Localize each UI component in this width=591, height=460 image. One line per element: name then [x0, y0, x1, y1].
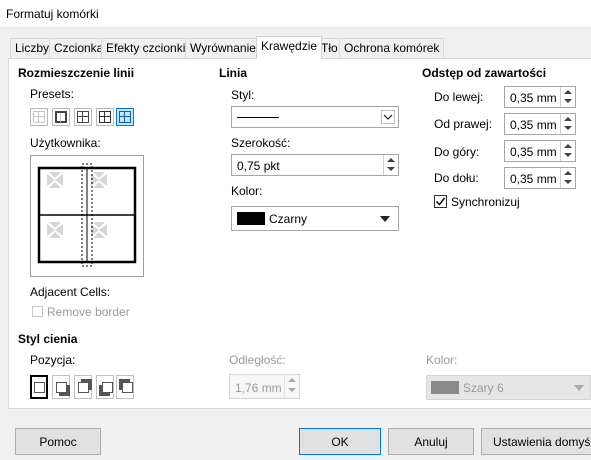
line-width-label: Szerokość: — [231, 136, 291, 150]
remove-border-checkbox[interactable] — [32, 306, 43, 317]
line-color-dropdown[interactable]: Czarny — [231, 206, 399, 231]
presets-label: Presets: — [30, 87, 75, 101]
shadow-none-button[interactable] — [30, 375, 48, 399]
line-color-value: Czarny — [269, 212, 308, 226]
border-preview-canvas[interactable] — [30, 155, 144, 277]
shadow-distance-field[interactable]: 1,76 mm — [229, 374, 300, 399]
shadow-color-dropdown[interactable]: Szary 6 — [426, 375, 591, 400]
line-heading: Linia — [219, 66, 248, 80]
border-preview-graphic — [37, 163, 137, 267]
preset-grid-button[interactable] — [116, 108, 134, 126]
synchronize-checkbox[interactable] — [434, 195, 447, 208]
help-button[interactable]: Pomoc — [15, 428, 101, 455]
tab-czcionka[interactable]: Czcionka — [49, 38, 109, 58]
line-style-sample — [237, 117, 279, 118]
line-width-spinner[interactable] — [383, 155, 398, 175]
line-color-label: Kolor: — [231, 184, 263, 198]
line-style-dropdown[interactable] — [231, 106, 399, 128]
window-title: Formatuj komórki — [6, 7, 99, 21]
preset-outer-horizontal-button[interactable] — [74, 108, 92, 126]
title-bar: Formatuj komórki — [0, 0, 591, 28]
checkmark-icon — [435, 197, 446, 206]
shadow-distance-value: 1,76 mm — [235, 381, 282, 395]
shadow-top-right-button[interactable] — [74, 375, 92, 399]
tab-efekty-czcionki[interactable]: Efekty czcionki — [101, 38, 191, 58]
padding-bottom-spinner[interactable] — [560, 168, 575, 188]
line-width-field[interactable]: 0,75 pkt — [231, 154, 399, 176]
line-arrangement-heading: Rozmieszczenie linii — [18, 66, 135, 80]
line-color-swatch — [237, 212, 265, 225]
dropdown-arrow-icon — [380, 216, 390, 222]
shadow-bottom-left-button[interactable] — [96, 375, 114, 399]
line-style-label: Styl: — [231, 88, 255, 102]
preset-all-button[interactable] — [96, 108, 114, 126]
padding-bottom-value: 0,35 mm — [510, 172, 557, 186]
shadow-distance-spinner[interactable] — [284, 375, 299, 398]
padding-left-label: Do lewej: — [434, 90, 484, 104]
padding-top-value: 0,35 mm — [510, 145, 557, 159]
padding-heading: Odstęp od zawartości — [422, 66, 547, 80]
preset-outer-button[interactable] — [52, 108, 70, 126]
shadow-bottom-right-button[interactable] — [52, 375, 70, 399]
padding-left-field[interactable]: 0,35 mm — [504, 86, 576, 108]
padding-left-spinner[interactable] — [560, 87, 575, 107]
synchronize-label: Synchronizuj — [451, 195, 520, 209]
shadow-distance-label: Odległość: — [229, 353, 286, 367]
padding-left-value: 0,35 mm — [510, 91, 557, 105]
shadow-color-swatch — [431, 381, 459, 394]
dropdown-arrow-icon — [574, 385, 584, 391]
cancel-button[interactable]: Anuluj — [388, 428, 474, 455]
padding-top-field[interactable]: 0,35 mm — [504, 140, 576, 162]
preset-none-button[interactable] — [30, 108, 48, 126]
padding-top-spinner[interactable] — [560, 141, 575, 161]
padding-right-label: Od prawej: — [434, 117, 493, 131]
adjacent-cells-label: Adjacent Cells: — [30, 285, 111, 299]
padding-right-spinner[interactable] — [560, 114, 575, 134]
chevron-down-icon[interactable] — [381, 110, 395, 124]
shadow-top-left-button[interactable] — [116, 375, 134, 399]
tab-krawedzie[interactable]: Krawędzie — [256, 36, 323, 59]
shadow-heading: Styl cienia — [18, 332, 78, 346]
padding-right-value: 0,35 mm — [510, 118, 557, 132]
remove-border-label: Remove border — [47, 305, 130, 319]
shadow-color-label: Kolor: — [426, 353, 458, 367]
shadow-color-value: Szary 6 — [463, 381, 504, 395]
padding-top-label: Do góry: — [434, 145, 480, 159]
tab-liczby[interactable]: Liczby — [10, 38, 55, 58]
tab-bar: Liczby Czcionka Efekty czcionki Wyrównan… — [0, 36, 591, 59]
reset-defaults-button[interactable]: Ustawienia domyślne — [481, 428, 591, 455]
tab-wyrownanie[interactable]: Wyrównanie — [185, 38, 261, 58]
padding-right-field[interactable]: 0,35 mm — [504, 113, 576, 135]
ok-button[interactable]: OK — [299, 428, 381, 455]
padding-bottom-label: Do dołu: — [434, 171, 479, 185]
shadow-position-label: Pozycja: — [30, 353, 76, 367]
user-defined-label: Użytkownika: — [30, 136, 101, 150]
tab-ochrona-komorek[interactable]: Ochrona komórek — [339, 38, 445, 58]
line-width-value: 0,75 pkt — [237, 159, 280, 173]
padding-bottom-field[interactable]: 0,35 mm — [504, 167, 576, 189]
